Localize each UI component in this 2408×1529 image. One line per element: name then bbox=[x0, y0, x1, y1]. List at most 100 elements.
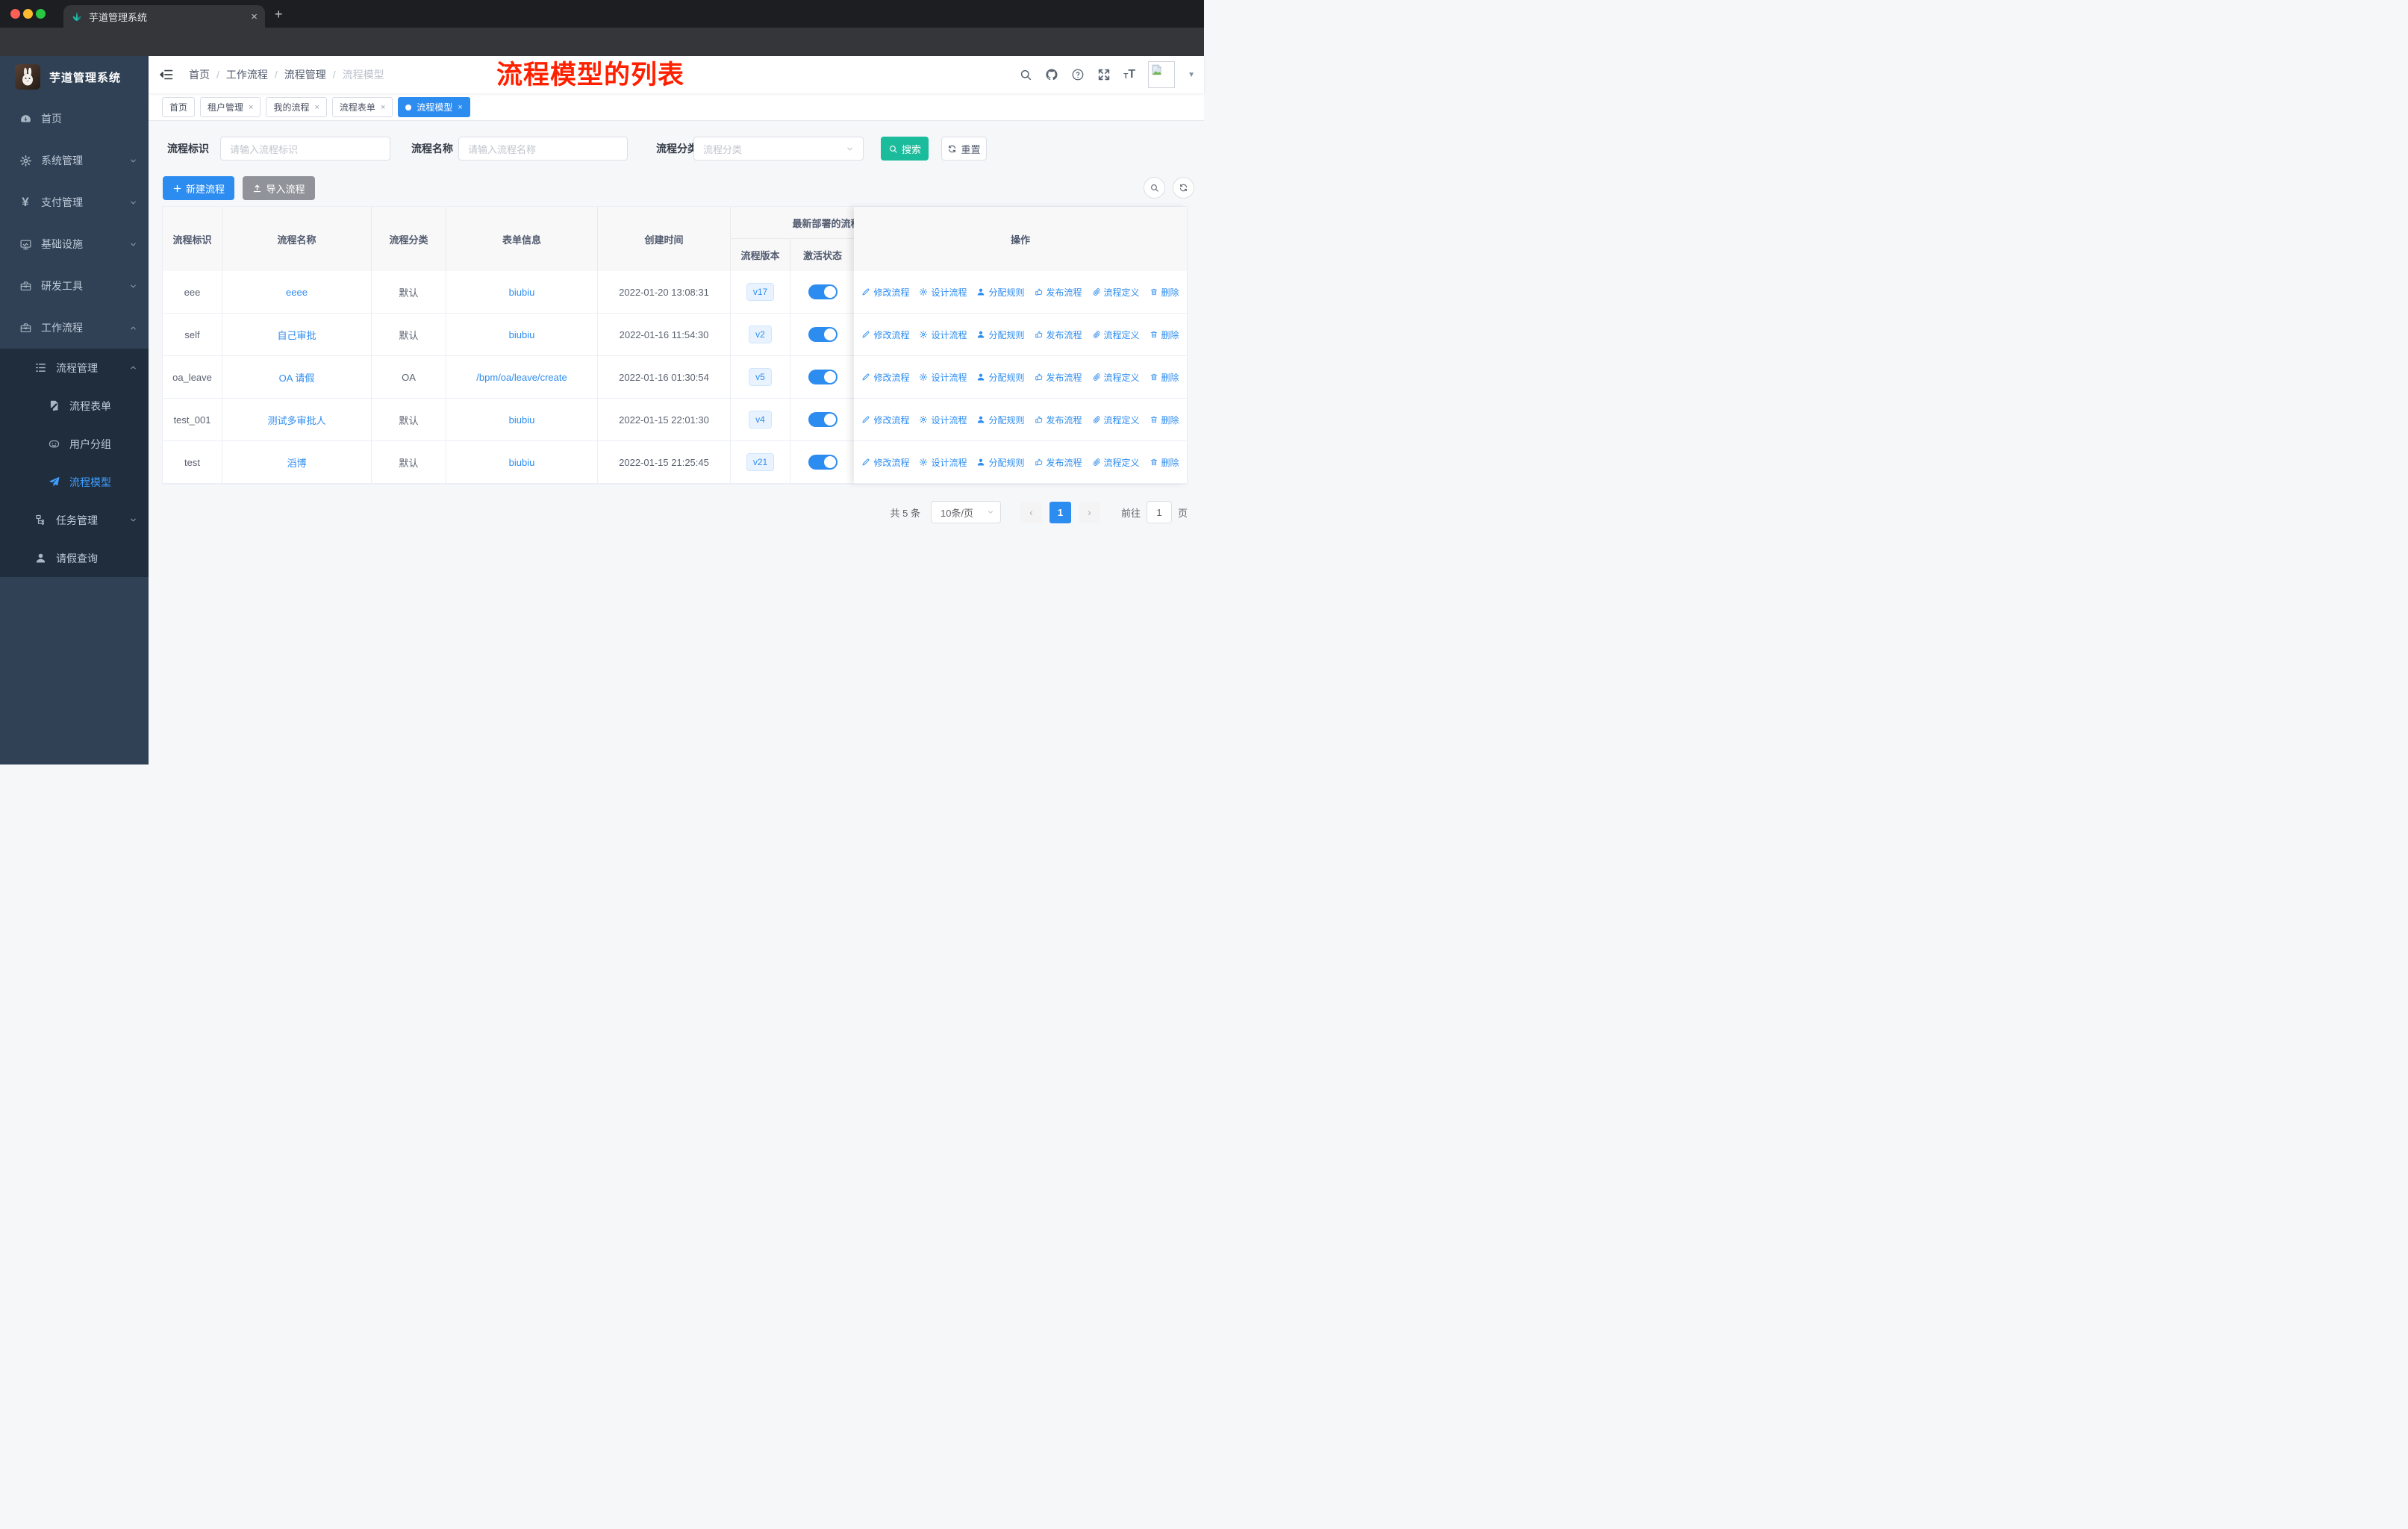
assign-rule-link[interactable]: 分配规则 bbox=[976, 456, 1025, 469]
sidebar-item-home[interactable]: 首页 bbox=[0, 98, 149, 140]
publish-process-link[interactable]: 发布流程 bbox=[1035, 286, 1082, 299]
process-name-input[interactable]: 请输入流程名称 bbox=[458, 137, 628, 161]
delete-process-link[interactable]: 删除 bbox=[1150, 456, 1179, 469]
process-definition-link[interactable]: 流程定义 bbox=[1092, 456, 1140, 469]
process-name-link[interactable]: 测试多审批人 bbox=[267, 413, 325, 427]
design-process-link[interactable]: 设计流程 bbox=[919, 456, 967, 469]
edit-process-link[interactable]: 修改流程 bbox=[861, 371, 909, 384]
fullscreen-icon[interactable] bbox=[1097, 68, 1111, 81]
window-close-button[interactable] bbox=[10, 9, 20, 19]
sidebar-collapse-icon[interactable] bbox=[159, 67, 174, 82]
active-toggle[interactable] bbox=[808, 327, 838, 342]
tag-close-icon[interactable]: × bbox=[314, 103, 319, 112]
sidebar-item-process-manage[interactable]: 流程管理 bbox=[0, 349, 149, 387]
form-info-link[interactable]: biubiu bbox=[509, 414, 535, 426]
sidebar-item-task-manage[interactable]: 任务管理 bbox=[0, 501, 149, 539]
version-badge[interactable]: v5 bbox=[749, 368, 772, 386]
design-process-link[interactable]: 设计流程 bbox=[919, 414, 967, 426]
sidebar-item-payment[interactable]: ¥ 支付管理 bbox=[0, 181, 149, 223]
tag-process-model[interactable]: 流程模型 × bbox=[398, 97, 470, 117]
design-process-link[interactable]: 设计流程 bbox=[919, 371, 967, 384]
tab-close-icon[interactable]: × bbox=[251, 10, 258, 23]
delete-process-link[interactable]: 删除 bbox=[1150, 414, 1179, 426]
tag-close-icon[interactable]: × bbox=[458, 103, 462, 112]
current-page-button[interactable]: 1 bbox=[1049, 501, 1071, 523]
assign-rule-link[interactable]: 分配规则 bbox=[976, 371, 1025, 384]
tag-close-icon[interactable]: × bbox=[249, 103, 253, 112]
active-toggle[interactable] bbox=[808, 284, 838, 299]
sidebar-item-workflow[interactable]: 工作流程 bbox=[0, 307, 149, 349]
delete-process-link[interactable]: 删除 bbox=[1150, 286, 1179, 299]
process-name-link[interactable]: 自己审批 bbox=[277, 328, 316, 342]
sidebar-item-system[interactable]: 系统管理 bbox=[0, 140, 149, 181]
version-badge[interactable]: v17 bbox=[746, 283, 775, 301]
form-info-link[interactable]: /bpm/oa/leave/create bbox=[476, 372, 567, 383]
window-zoom-button[interactable] bbox=[36, 9, 46, 19]
create-process-button[interactable]: 新建流程 bbox=[163, 176, 234, 200]
active-toggle[interactable] bbox=[808, 370, 838, 384]
assign-rule-link[interactable]: 分配规则 bbox=[976, 414, 1025, 426]
tag-tenant[interactable]: 租户管理 × bbox=[200, 97, 261, 117]
browser-tab[interactable]: 芋道管理系统 × bbox=[63, 5, 265, 28]
form-info-link[interactable]: biubiu bbox=[509, 457, 535, 468]
publish-process-link[interactable]: 发布流程 bbox=[1035, 456, 1082, 469]
github-icon[interactable] bbox=[1045, 68, 1058, 81]
delete-process-link[interactable]: 删除 bbox=[1150, 371, 1179, 384]
toggle-search-button[interactable] bbox=[1144, 177, 1165, 199]
category-select[interactable]: 流程分类 bbox=[693, 137, 864, 161]
process-definition-link[interactable]: 流程定义 bbox=[1092, 414, 1140, 426]
avatar-caret-down-icon[interactable]: ▼ bbox=[1188, 71, 1195, 79]
process-definition-link[interactable]: 流程定义 bbox=[1092, 328, 1140, 341]
active-toggle[interactable] bbox=[808, 412, 838, 427]
font-size-icon[interactable]: TT bbox=[1123, 69, 1135, 81]
reset-button[interactable]: 重置 bbox=[941, 137, 987, 161]
tag-process-form[interactable]: 流程表单 × bbox=[331, 97, 393, 117]
help-icon[interactable] bbox=[1071, 68, 1085, 81]
page-size-select[interactable]: 10条/页 bbox=[930, 501, 1001, 523]
breadcrumb-item[interactable]: 工作流程 bbox=[226, 67, 268, 82]
process-definition-link[interactable]: 流程定义 bbox=[1092, 286, 1140, 299]
refresh-table-button[interactable] bbox=[1173, 177, 1194, 199]
breadcrumb-item[interactable]: 首页 bbox=[189, 67, 210, 82]
process-id-input[interactable]: 请输入流程标识 bbox=[220, 137, 390, 161]
breadcrumb-item[interactable]: 流程管理 bbox=[284, 67, 326, 82]
window-minimize-button[interactable] bbox=[23, 9, 33, 19]
assign-rule-link[interactable]: 分配规则 bbox=[976, 328, 1025, 341]
sidebar-item-infra[interactable]: 基础设施 bbox=[0, 223, 149, 265]
active-toggle[interactable] bbox=[808, 455, 838, 470]
process-name-link[interactable]: 滔博 bbox=[287, 455, 306, 470]
form-info-link[interactable]: biubiu bbox=[509, 287, 535, 298]
design-process-link[interactable]: 设计流程 bbox=[919, 328, 967, 341]
edit-process-link[interactable]: 修改流程 bbox=[861, 328, 909, 341]
edit-process-link[interactable]: 修改流程 bbox=[861, 286, 909, 299]
assign-rule-link[interactable]: 分配规则 bbox=[976, 286, 1025, 299]
design-process-link[interactable]: 设计流程 bbox=[919, 286, 967, 299]
goto-page-input[interactable]: 1 bbox=[1146, 501, 1172, 523]
sidebar-item-devtools[interactable]: 研发工具 bbox=[0, 265, 149, 307]
delete-process-link[interactable]: 删除 bbox=[1150, 328, 1179, 341]
version-badge[interactable]: v21 bbox=[746, 453, 775, 471]
sidebar-item-leave-query[interactable]: 请假查询 bbox=[0, 539, 149, 577]
sidebar-item-process-model[interactable]: 流程模型 bbox=[0, 463, 149, 501]
process-definition-link[interactable]: 流程定义 bbox=[1092, 371, 1140, 384]
publish-process-link[interactable]: 发布流程 bbox=[1035, 328, 1082, 341]
search-icon[interactable] bbox=[1019, 68, 1032, 81]
publish-process-link[interactable]: 发布流程 bbox=[1035, 414, 1082, 426]
search-button[interactable]: 搜索 bbox=[881, 137, 929, 161]
edit-process-link[interactable]: 修改流程 bbox=[861, 414, 909, 426]
edit-process-link[interactable]: 修改流程 bbox=[861, 456, 909, 469]
process-name-link[interactable]: eeee bbox=[286, 287, 308, 298]
sidebar-item-user-group[interactable]: 用户分组 bbox=[0, 425, 149, 463]
prev-page-button[interactable]: ‹ bbox=[1020, 501, 1042, 523]
import-process-button[interactable]: 导入流程 bbox=[243, 176, 315, 200]
process-name-link[interactable]: OA 请假 bbox=[279, 370, 315, 384]
user-avatar[interactable] bbox=[1148, 61, 1176, 88]
tag-home[interactable]: 首页 bbox=[162, 97, 196, 117]
tag-close-icon[interactable]: × bbox=[381, 103, 385, 112]
publish-process-link[interactable]: 发布流程 bbox=[1035, 371, 1082, 384]
version-badge[interactable]: v4 bbox=[749, 411, 772, 429]
version-badge[interactable]: v2 bbox=[749, 326, 772, 343]
tag-my-process[interactable]: 我的流程 × bbox=[266, 97, 327, 117]
sidebar-item-process-form[interactable]: 流程表单 bbox=[0, 387, 149, 425]
new-tab-button[interactable]: + bbox=[275, 7, 283, 22]
